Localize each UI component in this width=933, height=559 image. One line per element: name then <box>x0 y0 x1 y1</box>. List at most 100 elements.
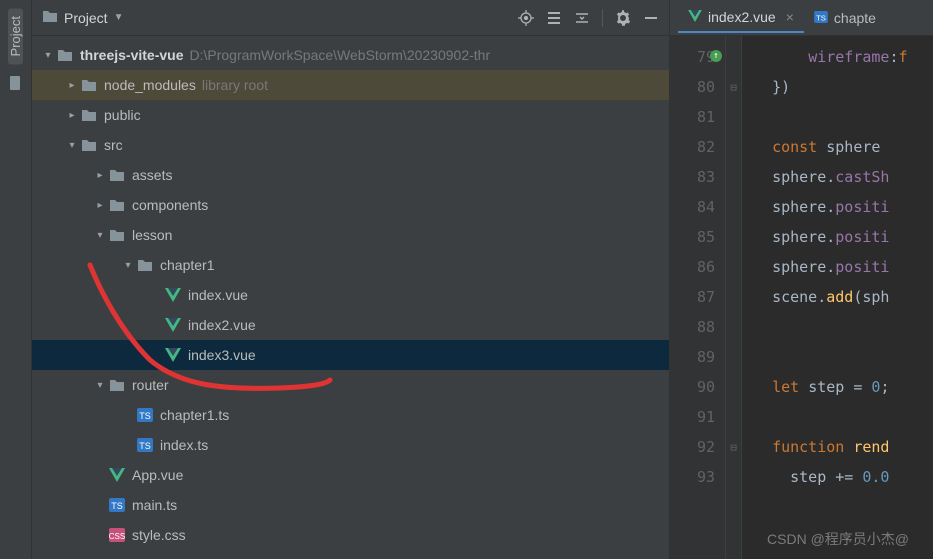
node-label: App.vue <box>132 467 183 483</box>
project-tool-button[interactable]: Project <box>8 8 23 64</box>
node-label: src <box>104 137 123 153</box>
code-line[interactable]: scene.add(sph <box>754 282 933 312</box>
code-line[interactable]: function rend <box>754 432 933 462</box>
editor-tabs: index2.vue × TS chapte <box>670 0 933 36</box>
tree-root[interactable]: ▾ threejs-vite-vue D:\ProgramWorkSpace\W… <box>32 40 669 70</box>
chevron-right-icon[interactable]: ▸ <box>64 110 80 121</box>
code-line[interactable] <box>754 102 933 132</box>
vue-icon <box>688 9 702 25</box>
fold-handle[interactable] <box>726 312 741 342</box>
fold-handle[interactable] <box>726 462 741 492</box>
code-line[interactable]: let step = 0; <box>754 372 933 402</box>
dropdown-icon[interactable]: ▼ <box>114 12 124 23</box>
chevron-down-icon[interactable]: ▾ <box>64 140 80 151</box>
node-label: lesson <box>132 227 172 243</box>
fold-handle[interactable] <box>726 42 741 72</box>
code-lines[interactable]: wireframe:f }) const sphere sphere.castS… <box>742 36 933 559</box>
project-panel: Project ▼ <box>32 0 670 559</box>
line-number: 88 <box>670 312 725 342</box>
code-line[interactable] <box>754 312 933 342</box>
code-line[interactable]: sphere.positi <box>754 252 933 282</box>
editor-area: index2.vue × TS chapte 79↑80818283848586… <box>670 0 933 559</box>
tab-index2-vue[interactable]: index2.vue × <box>678 3 804 33</box>
fold-handle[interactable] <box>726 132 741 162</box>
svg-text:CSS: CSS <box>109 532 125 541</box>
chevron-down-icon[interactable]: ▾ <box>120 260 136 271</box>
code-line[interactable]: step += 0.0 <box>754 462 933 492</box>
tree-file-index3-vue[interactable]: index3.vue <box>32 340 669 370</box>
vcs-marker-icon[interactable]: ↑ <box>710 50 722 62</box>
chevron-right-icon[interactable]: ▸ <box>64 80 80 91</box>
tree-file-index-ts[interactable]: TS index.ts <box>32 430 669 460</box>
tree-file-main-ts[interactable]: TS main.ts <box>32 490 669 520</box>
tree-file-style-css[interactable]: CSS style.css <box>32 520 669 550</box>
gutter: 79↑8081828384858687888990919293 <box>670 36 726 559</box>
fold-handle[interactable]: ⊟ <box>726 72 741 102</box>
chevron-down-icon[interactable]: ▾ <box>92 380 108 391</box>
tree-node-src[interactable]: ▾ src <box>32 130 669 160</box>
line-number: 82 <box>670 132 725 162</box>
folder-icon <box>56 47 74 63</box>
tree-node-chapter1[interactable]: ▾ chapter1 <box>32 250 669 280</box>
tree-node-public[interactable]: ▸ public <box>32 100 669 130</box>
svg-text:TS: TS <box>139 441 151 451</box>
line-number: 80 <box>670 72 725 102</box>
tree-file-chapter1-ts[interactable]: TS chapter1.ts <box>32 400 669 430</box>
minimize-icon[interactable] <box>643 10 659 26</box>
line-number: 90 <box>670 372 725 402</box>
fold-handle[interactable] <box>726 342 741 372</box>
locate-icon[interactable] <box>518 10 534 26</box>
code-line[interactable]: }) <box>754 72 933 102</box>
code-line[interactable] <box>754 402 933 432</box>
gear-icon[interactable] <box>615 10 631 26</box>
line-number: 87 <box>670 282 725 312</box>
line-number: 83 <box>670 162 725 192</box>
expand-all-icon[interactable] <box>546 10 562 26</box>
tree-node-components[interactable]: ▸ components <box>32 190 669 220</box>
fold-handle[interactable] <box>726 162 741 192</box>
tree-file-index-vue[interactable]: index.vue <box>32 280 669 310</box>
node-label: index3.vue <box>188 347 256 363</box>
chevron-down-icon[interactable]: ▾ <box>92 230 108 241</box>
project-tree[interactable]: ▾ threejs-vite-vue D:\ProgramWorkSpace\W… <box>32 36 669 559</box>
collapse-all-icon[interactable] <box>574 10 590 26</box>
node-label: chapter1 <box>160 257 214 273</box>
folder-icon <box>136 257 154 273</box>
fold-handle[interactable] <box>726 252 741 282</box>
tree-file-app-vue[interactable]: App.vue <box>32 460 669 490</box>
tree-node-router[interactable]: ▾ router <box>32 370 669 400</box>
close-icon[interactable]: × <box>786 9 794 25</box>
code-line[interactable]: sphere.positi <box>754 222 933 252</box>
code-line[interactable]: wireframe:f <box>754 42 933 72</box>
vue-icon <box>108 467 126 483</box>
code-line[interactable]: sphere.castSh <box>754 162 933 192</box>
fold-handle[interactable] <box>726 282 741 312</box>
tree-node-node-modules[interactable]: ▸ node_modules library root <box>32 70 669 100</box>
tree-root-path: D:\ProgramWorkSpace\WebStorm\20230902-th… <box>189 47 490 63</box>
fold-handle[interactable] <box>726 402 741 432</box>
fold-handle[interactable]: ⊟ <box>726 432 741 462</box>
line-number: 89 <box>670 342 725 372</box>
chevron-right-icon[interactable]: ▸ <box>92 200 108 211</box>
code-line[interactable]: sphere.positi <box>754 192 933 222</box>
chevron-down-icon[interactable]: ▾ <box>40 50 56 61</box>
file-icon[interactable] <box>6 74 26 92</box>
code-line[interactable]: const sphere <box>754 132 933 162</box>
folder-icon <box>108 227 126 243</box>
folder-icon <box>108 197 126 213</box>
code-editor[interactable]: 79↑8081828384858687888990919293 ⊟⊟ wiref… <box>670 36 933 559</box>
tree-node-lesson[interactable]: ▾ lesson <box>32 220 669 250</box>
tree-node-assets[interactable]: ▸ assets <box>32 160 669 190</box>
fold-handle[interactable] <box>726 222 741 252</box>
node-hint: library root <box>202 77 268 93</box>
fold-handle[interactable] <box>726 192 741 222</box>
tree-file-index2-vue[interactable]: index2.vue <box>32 310 669 340</box>
css-icon: CSS <box>108 527 126 543</box>
fold-handle[interactable] <box>726 372 741 402</box>
vue-icon <box>164 347 182 363</box>
fold-handle[interactable] <box>726 102 741 132</box>
tool-window-strip: Project <box>0 0 32 559</box>
code-line[interactable] <box>754 342 933 372</box>
tab-chapter[interactable]: TS chapte <box>804 4 886 32</box>
chevron-right-icon[interactable]: ▸ <box>92 170 108 181</box>
